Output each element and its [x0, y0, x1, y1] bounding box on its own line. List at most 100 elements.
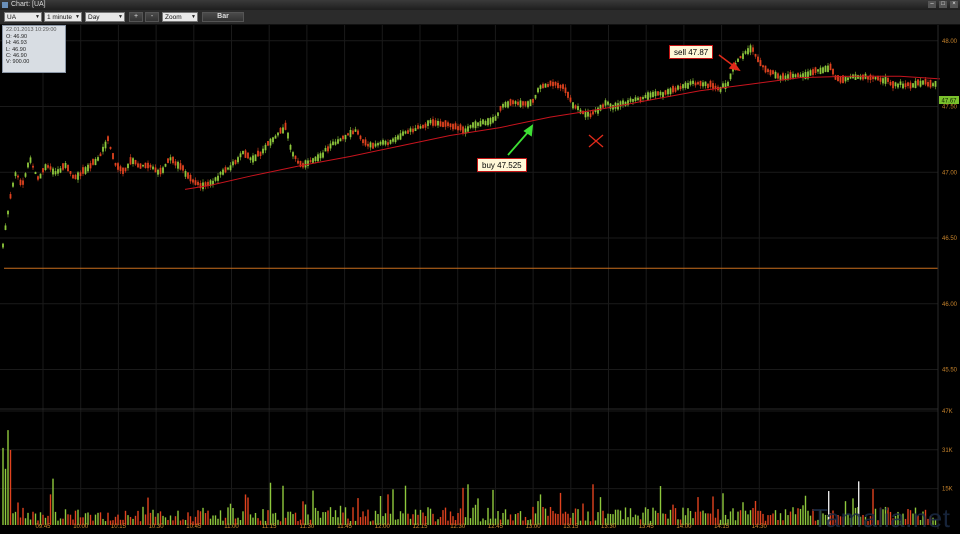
- volume-bar: [729, 511, 732, 525]
- close-button[interactable]: ×: [950, 1, 958, 8]
- candle-body: [444, 120, 447, 127]
- volume-bar: [292, 514, 294, 525]
- volume-bar: [629, 508, 632, 525]
- candle-body: [499, 105, 502, 111]
- candle-body: [127, 163, 129, 169]
- price-volume-chart[interactable]: 45.50 46.00 46.50 47.00 47.50 48.00 15K 31K 47K…: [0, 25, 960, 529]
- chevron-down-icon[interactable]: ▼: [118, 13, 123, 22]
- candle-body: [149, 164, 152, 168]
- chevron-down-icon[interactable]: ▼: [191, 13, 196, 22]
- candle-body: [529, 99, 532, 107]
- candle-body: [902, 83, 904, 89]
- time-tick-label: 12:45: [488, 524, 504, 529]
- zoom-in-button[interactable]: +: [129, 12, 143, 22]
- candle-body: [647, 92, 649, 100]
- candle-body: [554, 81, 557, 86]
- minimize-button[interactable]: –: [928, 1, 936, 8]
- zoom-out-button[interactable]: -: [145, 12, 159, 22]
- candle-body: [162, 167, 164, 173]
- volume-bar: [512, 520, 514, 525]
- volume-bar: [104, 521, 107, 525]
- volume-bar: [807, 510, 809, 525]
- chevron-down-icon[interactable]: ▼: [35, 13, 40, 22]
- candle-body: [822, 67, 824, 73]
- candle-body: [862, 74, 864, 80]
- candle-body: [712, 83, 714, 89]
- volume-bar: [312, 490, 314, 525]
- period-select[interactable]: Day ▼: [85, 12, 125, 22]
- ohlc-volume: V: 900.00: [6, 59, 30, 66]
- symbol-input[interactable]: UA ▼: [4, 12, 42, 22]
- volume-bar: [619, 510, 622, 525]
- chart-style-button[interactable]: Bar: [202, 12, 244, 22]
- candle-body: [544, 83, 547, 88]
- candle-body: [737, 58, 739, 62]
- volume-bar: [732, 508, 734, 525]
- volume-bar: [249, 514, 252, 525]
- volume-bar: [67, 514, 69, 525]
- candle-body: [699, 80, 702, 86]
- candle-body: [29, 157, 32, 163]
- volume-bar: [164, 517, 167, 525]
- candle-body: [532, 98, 534, 103]
- candle-body: [814, 67, 817, 73]
- candle-body: [367, 143, 369, 147]
- volume-bar: [94, 514, 97, 525]
- maximize-button[interactable]: □: [939, 1, 947, 8]
- symbol-value: UA: [7, 14, 17, 21]
- candle-body: [267, 141, 269, 146]
- volume-bar: [214, 515, 217, 525]
- volume-bar: [547, 515, 549, 525]
- candle-body: [412, 128, 414, 133]
- volume-bar: [474, 504, 477, 525]
- candle-body: [702, 82, 704, 87]
- last-price-marker: 47.67: [939, 96, 959, 105]
- candle-body: [457, 126, 459, 131]
- volume-bar: [492, 489, 494, 525]
- candle-body: [454, 123, 457, 130]
- volume-bar: [779, 513, 782, 525]
- candle-body: [147, 162, 149, 169]
- volume-bar: [482, 518, 484, 525]
- candle-body: [797, 73, 799, 78]
- volume-bar: [387, 494, 389, 525]
- candle-body: [227, 167, 229, 170]
- candle-body: [392, 138, 394, 142]
- candle-body: [404, 131, 407, 134]
- volume-bar: [644, 507, 647, 525]
- candle-body: [934, 81, 937, 87]
- chevron-down-icon[interactable]: ▼: [75, 13, 80, 22]
- volume-bar: [597, 512, 599, 525]
- candle-body: [59, 168, 62, 173]
- candle-body: [722, 83, 724, 88]
- candle-body: [329, 143, 332, 149]
- candle-body: [597, 107, 599, 114]
- volume-bar: [74, 510, 77, 525]
- volume-bar: [782, 520, 784, 525]
- candle-body: [284, 122, 287, 130]
- volume-bar: [254, 512, 257, 525]
- candle-body: [104, 141, 107, 149]
- zoom-select[interactable]: Zoom ▼: [162, 12, 198, 22]
- candle-body: [452, 124, 454, 130]
- volume-bar: [369, 521, 372, 525]
- volume-bar: [669, 509, 672, 525]
- candle-body: [772, 70, 774, 75]
- volume-bar: [277, 519, 279, 525]
- volume-bar: [284, 517, 287, 525]
- volume-bar: [352, 507, 354, 525]
- candle-body: [817, 69, 819, 72]
- candle-body: [492, 117, 494, 123]
- volume-bar: [302, 501, 304, 525]
- candle-body: [849, 76, 852, 79]
- candle-body: [229, 165, 232, 171]
- volume-bar: [399, 511, 402, 525]
- candle-body: [879, 77, 882, 82]
- candle-body: [44, 164, 47, 171]
- interval-select[interactable]: 1 minute ▼: [44, 12, 82, 22]
- candle-body: [359, 135, 362, 140]
- candle-body: [792, 73, 794, 78]
- candle-body: [634, 97, 637, 102]
- candle-body: [237, 157, 239, 163]
- volume-bar: [179, 520, 182, 525]
